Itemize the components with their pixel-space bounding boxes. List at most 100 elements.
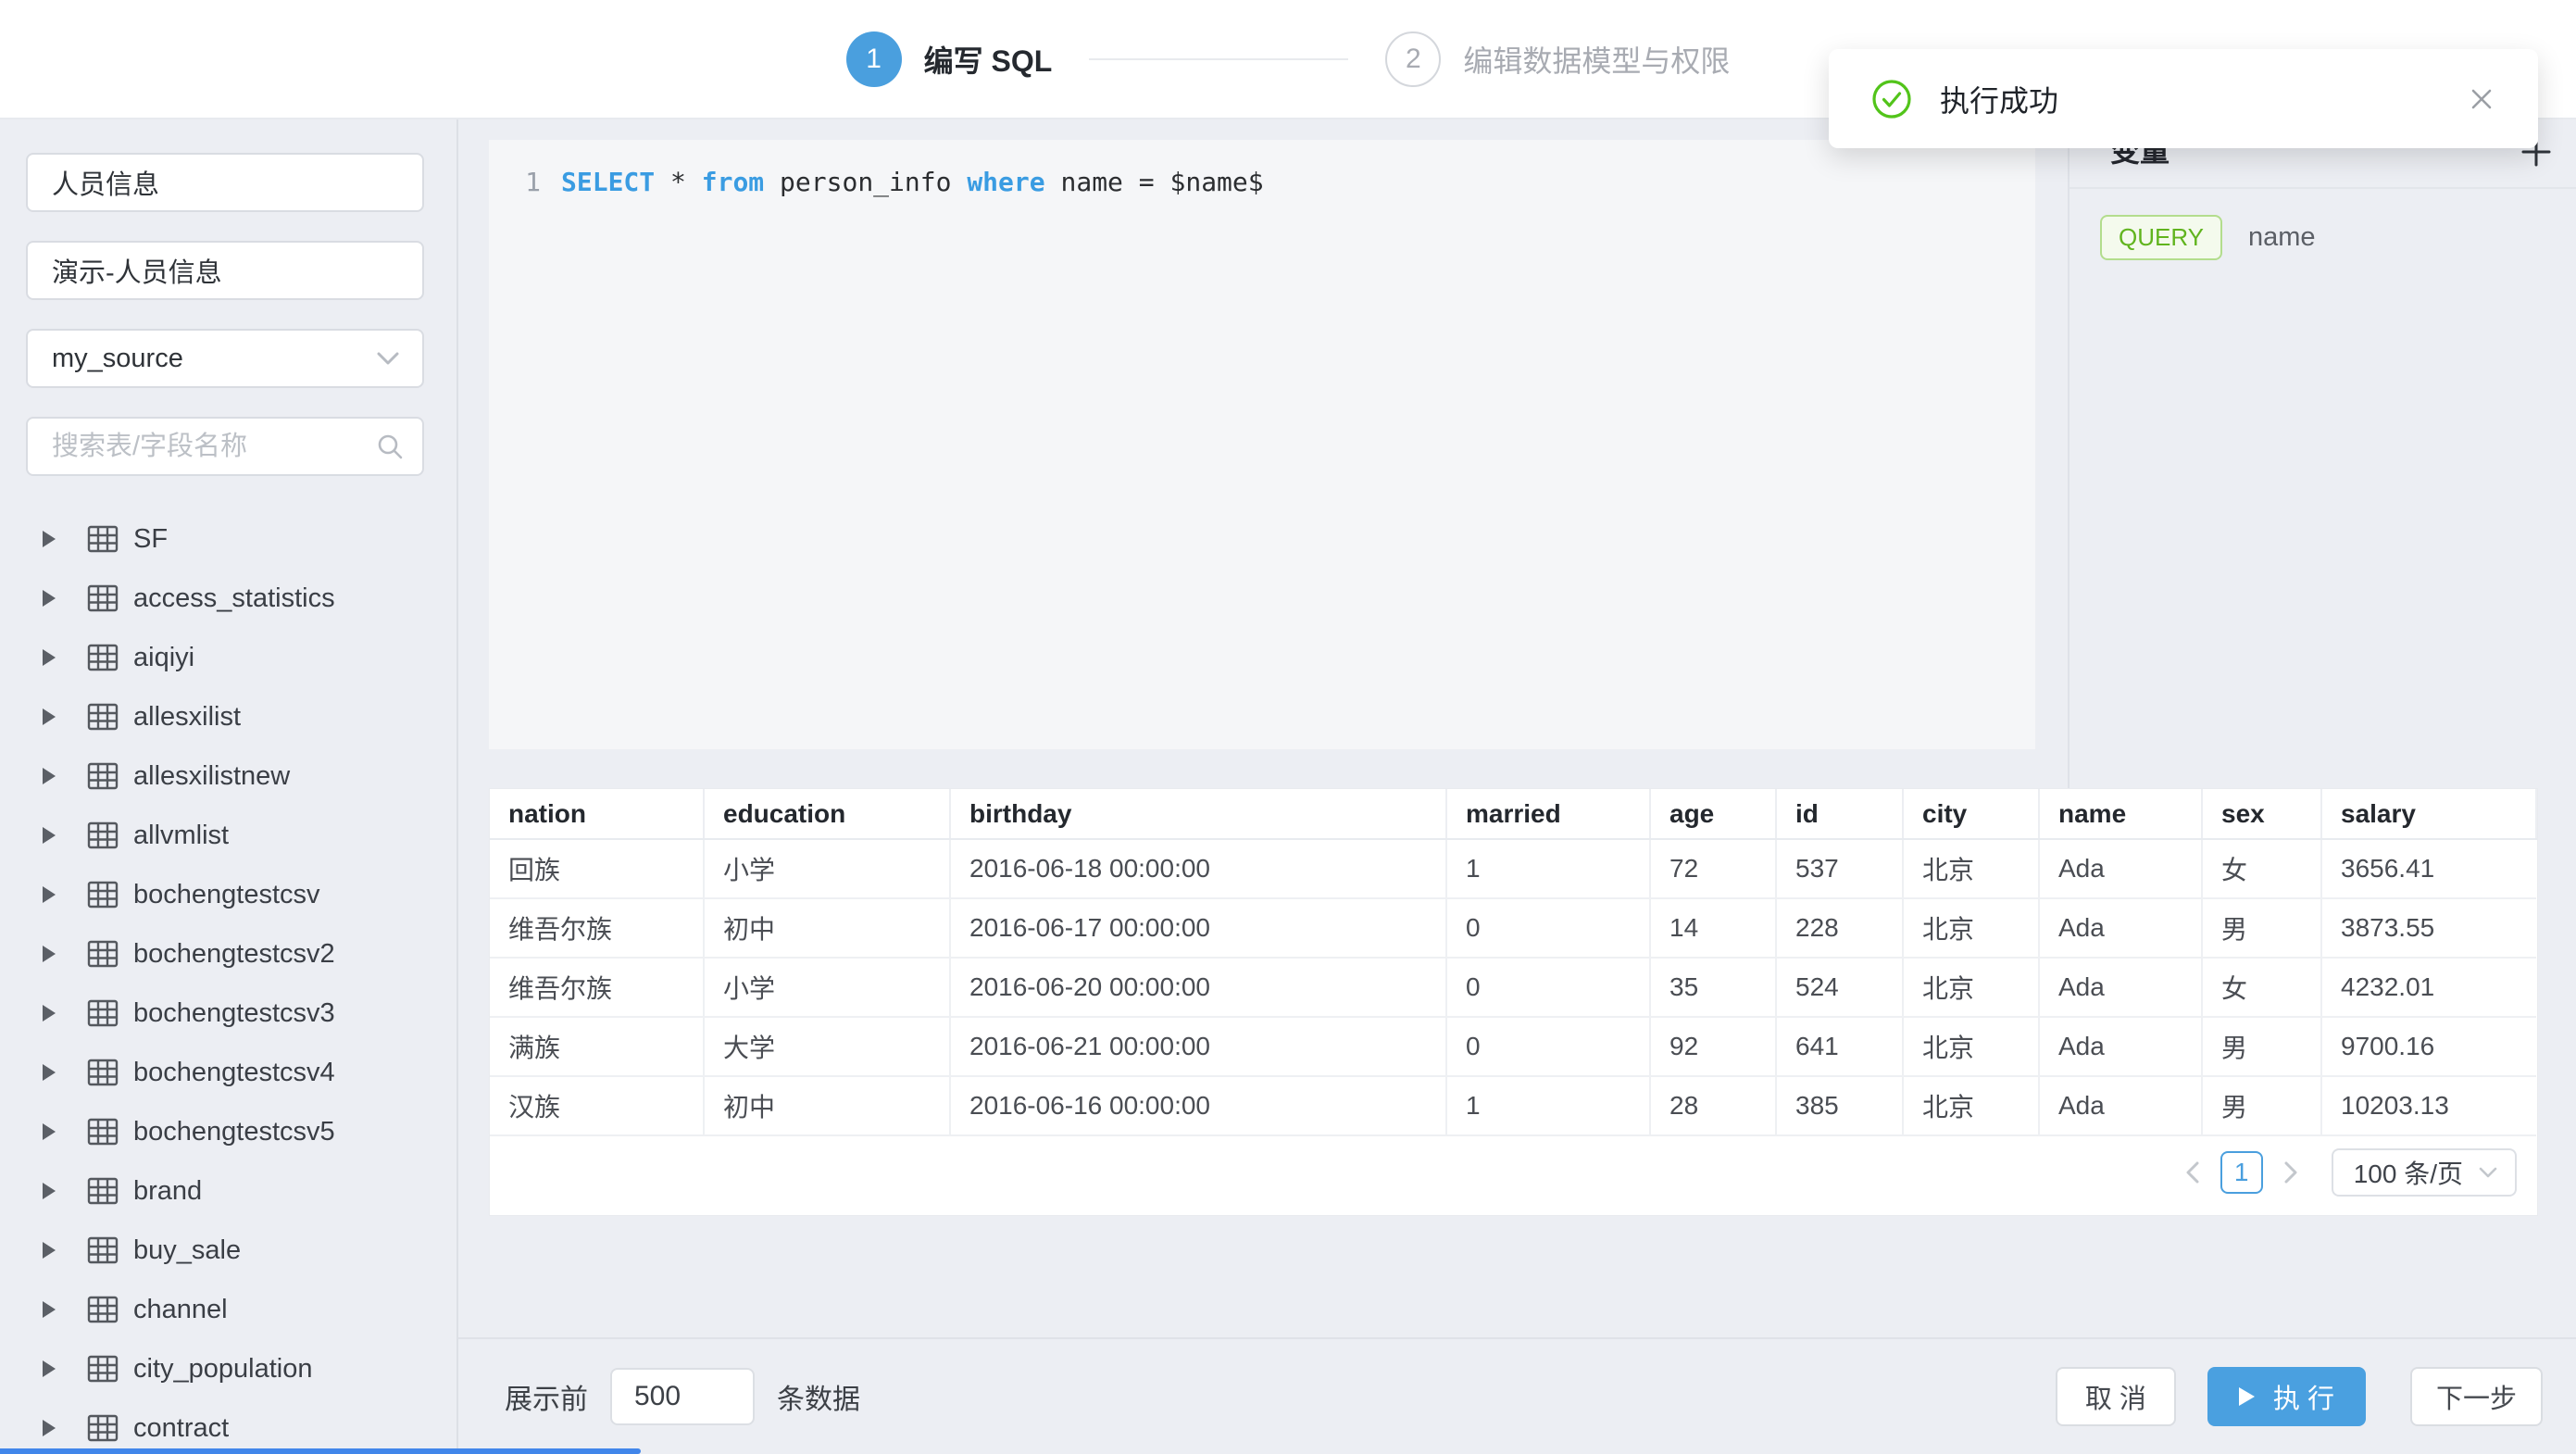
sidebar-table-item[interactable]: bochengtestcsv [0, 865, 456, 924]
page-size-value: 100 条/页 [2354, 1154, 2463, 1191]
display-name-input[interactable] [26, 241, 424, 300]
toast-message: 执行成功 [1940, 78, 2058, 120]
table-cell: 4232.01 [2321, 958, 2536, 1017]
caret-right-icon[interactable] [43, 531, 56, 547]
variables-divider [2070, 187, 2576, 189]
table-cell: Ada [2039, 1017, 2202, 1076]
table-cell: 北京 [1903, 958, 2039, 1017]
results-card: nation education birthday married age id [489, 788, 2538, 1216]
step-write-sql[interactable]: 1 编写 SQL [846, 31, 1053, 87]
table-icon [87, 584, 119, 612]
search-input[interactable] [26, 417, 424, 476]
caret-right-icon[interactable] [43, 946, 56, 962]
caret-right-icon[interactable] [43, 1005, 56, 1022]
horizontal-scrollbar-thumb[interactable] [0, 1448, 641, 1454]
model-name-input[interactable] [26, 153, 424, 212]
column-header: name [2039, 789, 2202, 839]
sql-token: name = $name$ [1045, 164, 1264, 201]
table-name-label: SF [133, 524, 168, 555]
table-name-label: bochengtestcsv2 [133, 939, 335, 970]
table-cell: 北京 [1903, 1017, 2039, 1076]
next-page-button[interactable] [2272, 1152, 2309, 1193]
sidebar-table-item[interactable]: channel [0, 1280, 456, 1339]
table-cell: 北京 [1903, 839, 2039, 898]
caret-right-icon[interactable] [43, 1301, 56, 1318]
page-size-select[interactable]: 100 条/页 [2332, 1148, 2517, 1197]
execute-button[interactable]: 执 行 [2207, 1367, 2366, 1426]
sidebar-table-item[interactable]: aiqiyi [0, 628, 456, 687]
toast-close-button[interactable] [2466, 83, 2497, 115]
table-cell: Ada [2039, 958, 2202, 1017]
success-toast: 执行成功 [1829, 49, 2538, 148]
table-icon [87, 1177, 119, 1205]
variable-type-tag: QUERY [2100, 215, 2222, 260]
chevron-left-icon [2184, 1160, 2201, 1185]
sidebar-table-item[interactable]: bochengtestcsv5 [0, 1102, 456, 1161]
sidebar-table-item[interactable]: allvmlist [0, 806, 456, 865]
next-step-button[interactable]: 下一步 [2410, 1367, 2543, 1426]
column-header: salary [2321, 789, 2536, 839]
table-cell: 小学 [704, 839, 950, 898]
sql-editor[interactable]: 1SELECT * from person_info where name = … [489, 140, 2035, 749]
caret-right-icon[interactable] [43, 1360, 56, 1377]
table-row: 维吾尔族小学2016-06-20 00:00:00035524北京Ada女423… [490, 958, 2536, 1017]
sidebar-table-item[interactable]: brand [0, 1161, 456, 1221]
table-name-label: allesxilist [133, 702, 241, 733]
caret-right-icon[interactable] [43, 768, 56, 784]
sidebar-table-item[interactable]: SF [0, 509, 456, 569]
table-cell: Ada [2039, 898, 2202, 958]
table-name-label: brand [133, 1176, 202, 1207]
caret-right-icon[interactable] [43, 827, 56, 844]
sidebar-table-item[interactable]: bochengtestcsv2 [0, 924, 456, 984]
table-name-label: buy_sale [133, 1235, 241, 1266]
table-cell: Ada [2039, 839, 2202, 898]
line-number: 1 [517, 164, 541, 201]
caret-right-icon[interactable] [43, 886, 56, 903]
table-name-label: aiqiyi [133, 643, 194, 673]
row-limit-input[interactable] [610, 1368, 755, 1425]
table-name-label: allvmlist [133, 821, 229, 851]
caret-right-icon[interactable] [43, 1183, 56, 1199]
sidebar-table-item[interactable]: city_population [0, 1339, 456, 1398]
table-icon [87, 525, 119, 553]
table-icon [87, 1296, 119, 1323]
table-cell: 汉族 [490, 1076, 704, 1135]
sidebar-table-item[interactable]: allesxilistnew [0, 746, 456, 806]
datasource-select[interactable]: my_source [26, 329, 424, 388]
row-limit-prefix-label: 展示前 [505, 1376, 588, 1417]
table-icon [87, 1414, 119, 1442]
sidebar-table-item[interactable]: contract [0, 1398, 456, 1454]
caret-right-icon[interactable] [43, 590, 56, 607]
chevron-down-icon [2478, 1166, 2498, 1179]
table-cell: 大学 [704, 1017, 950, 1076]
column-header: sex [2202, 789, 2321, 839]
table-icon [87, 1355, 119, 1383]
variable-item[interactable]: QUERY name [2100, 207, 2316, 268]
stepper: 1 编写 SQL 2 编辑数据模型与权限 [846, 31, 1731, 87]
sidebar-table-item[interactable]: allesxilist [0, 687, 456, 746]
footer-bar: 展示前 条数据 取 消 执 行 下一步 [458, 1339, 2576, 1454]
caret-right-icon[interactable] [43, 708, 56, 725]
sidebar-table-item[interactable]: bochengtestcsv3 [0, 984, 456, 1043]
column-header: married [1446, 789, 1650, 839]
table-cell: 2016-06-16 00:00:00 [950, 1076, 1446, 1135]
sql-token: SELECT [561, 164, 655, 201]
caret-right-icon[interactable] [43, 1242, 56, 1259]
current-page-button[interactable]: 1 [2220, 1151, 2263, 1194]
table-icon [87, 1118, 119, 1146]
caret-right-icon[interactable] [43, 1064, 56, 1081]
table-cell: 北京 [1903, 1076, 2039, 1135]
caret-right-icon[interactable] [43, 649, 56, 666]
sidebar-table-item[interactable]: access_statistics [0, 569, 456, 628]
prev-page-button[interactable] [2174, 1152, 2211, 1193]
table-cell: 北京 [1903, 898, 2039, 958]
table-name-label: bochengtestcsv5 [133, 1117, 335, 1147]
sidebar-table-item[interactable]: buy_sale [0, 1221, 456, 1280]
chevron-down-icon [376, 351, 400, 366]
cancel-button[interactable]: 取 消 [2056, 1367, 2176, 1426]
sidebar-table-item[interactable]: bochengtestcsv4 [0, 1043, 456, 1102]
caret-right-icon[interactable] [43, 1123, 56, 1140]
step-edit-model[interactable]: 2 编辑数据模型与权限 [1385, 31, 1730, 87]
caret-right-icon[interactable] [43, 1420, 56, 1436]
step-1-label: 编写 SQL [924, 38, 1053, 81]
